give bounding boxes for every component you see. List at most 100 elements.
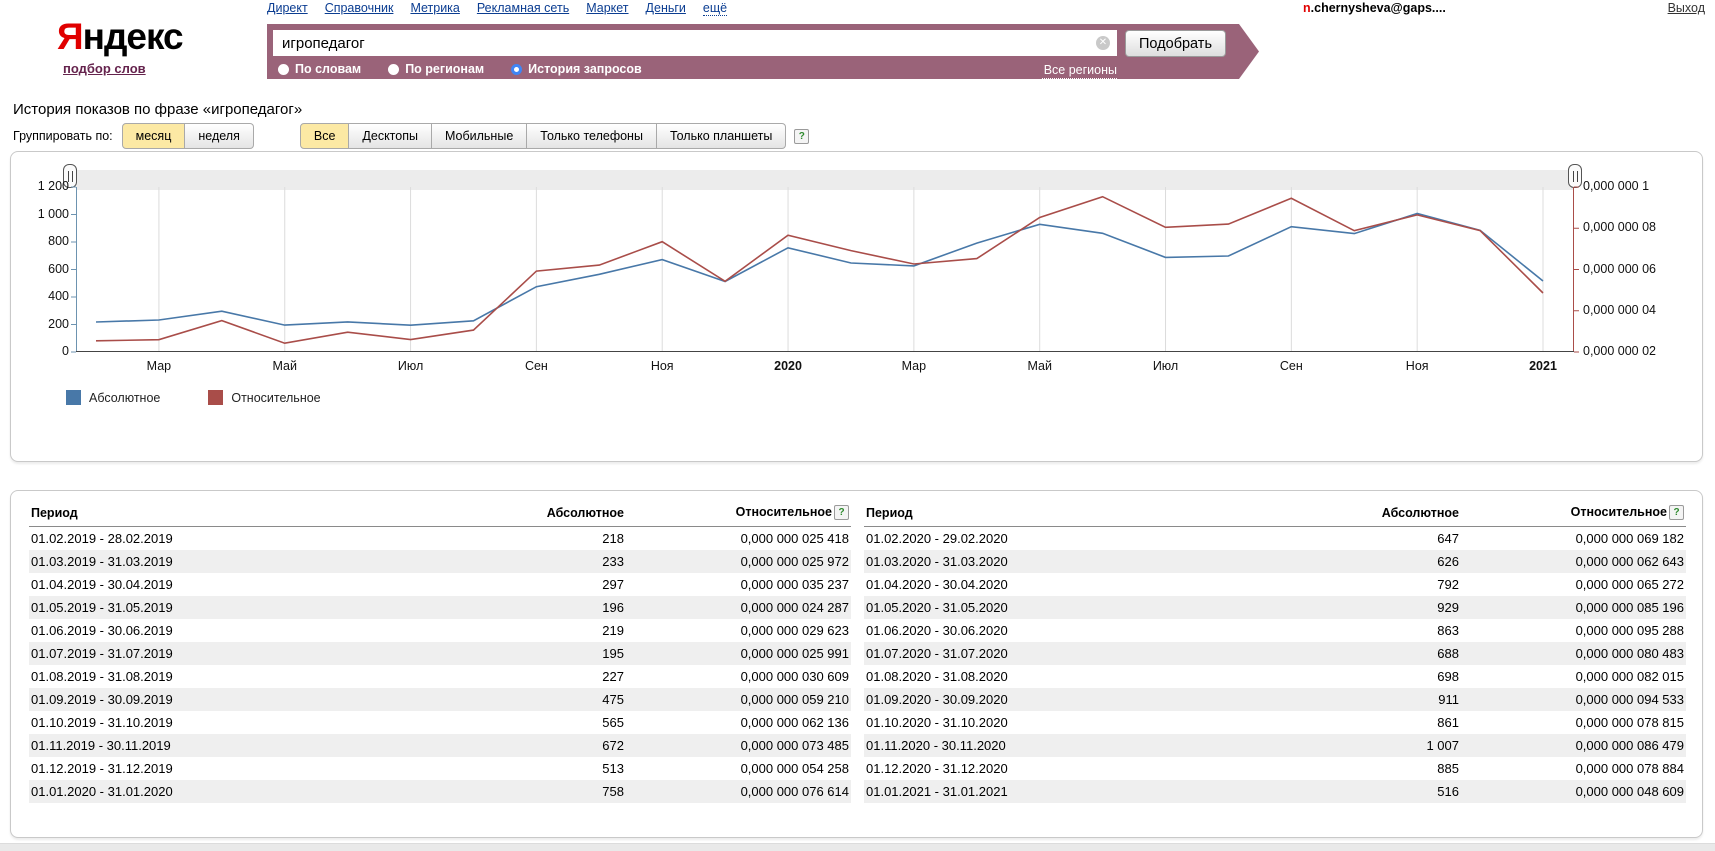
series-1-line — [96, 197, 1543, 344]
table-row: 01.09.2019 - 30.09.20194750,000 000 059 … — [29, 688, 851, 711]
yandex-logo[interactable]: Яндекс — [57, 16, 183, 58]
search-mode-0[interactable]: По словам — [278, 62, 361, 76]
legend-item-1: Относительное — [208, 390, 320, 405]
cell-absolute: 218 — [496, 527, 626, 551]
right-axis-tick-label: 0,000 000 02 — [1583, 344, 1656, 358]
radio-icon[interactable] — [388, 64, 399, 75]
account-email[interactable]: n.chernysheva@gaps.... — [1303, 1, 1446, 15]
left-axis-tick-label: 0 — [14, 344, 69, 358]
filters-help-icon[interactable]: ? — [794, 129, 809, 144]
group-by-1[interactable]: неделя — [185, 123, 253, 149]
nav-link-0[interactable]: Директ — [267, 1, 308, 16]
cell-relative: 0,000 000 078 884 — [1461, 757, 1686, 780]
table-row: 01.08.2020 - 31.08.20206980,000 000 082 … — [864, 665, 1686, 688]
cell-absolute: 698 — [1331, 665, 1461, 688]
cell-absolute: 911 — [1331, 688, 1461, 711]
cell-absolute: 219 — [496, 619, 626, 642]
nav-link-1[interactable]: Справочник — [325, 1, 394, 16]
nav-link-2[interactable]: Метрика — [410, 1, 459, 16]
table-row: 01.08.2019 - 31.08.20192270,000 000 030 … — [29, 665, 851, 688]
clear-search-icon[interactable]: ✕ — [1096, 36, 1110, 50]
cell-absolute: 647 — [1331, 527, 1461, 551]
wordstat-home-link[interactable]: подбор слов — [63, 61, 146, 76]
right-axis-tick-label: 0,000 000 06 — [1583, 262, 1656, 276]
search-mode-1[interactable]: По регионам — [388, 62, 484, 76]
cell-relative: 0,000 000 029 623 — [626, 619, 851, 642]
x-axis-tick-label: Сен — [1251, 359, 1331, 373]
cell-period: 01.05.2019 - 31.05.2019 — [29, 596, 496, 619]
table-row: 01.06.2020 - 30.06.20208630,000 000 095 … — [864, 619, 1686, 642]
device-filter-0[interactable]: Все — [300, 123, 350, 149]
cell-absolute: 565 — [496, 711, 626, 734]
chart-card: АбсолютноеОтносительное 02004006008001 0… — [10, 151, 1703, 462]
table-row: 01.03.2020 - 31.03.20206260,000 000 062 … — [864, 550, 1686, 573]
x-axis-tick-label: 2021 — [1503, 359, 1583, 373]
email-rest: .chernysheva@gaps.... — [1311, 1, 1446, 15]
search-mode-2[interactable]: История запросов — [511, 62, 642, 76]
range-slider-handle-right[interactable] — [1568, 164, 1582, 188]
cell-relative: 0,000 000 035 237 — [626, 573, 851, 596]
cell-absolute: 929 — [1331, 596, 1461, 619]
group-by-0[interactable]: месяц — [122, 123, 186, 149]
cell-absolute: 475 — [496, 688, 626, 711]
search-input[interactable] — [273, 30, 1117, 56]
legend-swatch-icon — [208, 390, 223, 405]
submit-button[interactable]: Подобрать — [1125, 30, 1226, 57]
cell-absolute: 297 — [496, 573, 626, 596]
legend-swatch-icon — [66, 390, 81, 405]
relative-help-icon[interactable]: ? — [834, 505, 849, 520]
results-table-1: ПериодАбсолютноеОтносительное?01.02.2020… — [864, 500, 1686, 803]
table-row: 01.02.2019 - 28.02.20192180,000 000 025 … — [29, 527, 851, 551]
table-row: 01.04.2019 - 30.04.20192970,000 000 035 … — [29, 573, 851, 596]
x-axis-tick-label: Июл — [371, 359, 451, 373]
filters-bar: Группировать по: месяцнеделя ВсеДесктопы… — [13, 123, 809, 149]
table-row: 01.12.2020 - 31.12.20208850,000 000 078 … — [864, 757, 1686, 780]
cell-relative: 0,000 000 065 272 — [1461, 573, 1686, 596]
cell-period: 01.08.2019 - 31.08.2019 — [29, 665, 496, 688]
table-row: 01.01.2020 - 31.01.20207580,000 000 076 … — [29, 780, 851, 803]
legend-label: Относительное — [231, 391, 320, 405]
cell-period: 01.06.2020 - 30.06.2020 — [864, 619, 1331, 642]
all-regions-link[interactable]: Все регионы — [1042, 63, 1117, 79]
search-field-wrap: ✕ — [273, 30, 1117, 56]
legend-label: Абсолютное — [89, 391, 160, 405]
table-row: 01.12.2019 - 31.12.20195130,000 000 054 … — [29, 757, 851, 780]
footer-strip — [0, 843, 1715, 851]
cell-relative: 0,000 000 025 972 — [626, 550, 851, 573]
cell-relative: 0,000 000 062 643 — [1461, 550, 1686, 573]
left-axis-tick-label: 400 — [14, 289, 69, 303]
cell-period: 01.02.2020 - 29.02.2020 — [864, 527, 1331, 551]
device-filter-3[interactable]: Только телефоны — [527, 123, 657, 149]
chart-legend: Абсолютное Относительное — [66, 390, 321, 405]
relative-help-icon[interactable]: ? — [1669, 505, 1684, 520]
device-buttons: ВсеДесктопыМобильныеТолько телефоныТольк… — [300, 123, 786, 149]
cell-period: 01.12.2019 - 31.12.2019 — [29, 757, 496, 780]
nav-link-5[interactable]: Деньги — [646, 1, 686, 16]
nav-link-4[interactable]: Маркет — [586, 1, 628, 16]
cell-absolute: 688 — [1331, 642, 1461, 665]
logo-first-letter: Я — [57, 16, 83, 57]
device-filter-1[interactable]: Десктопы — [349, 123, 432, 149]
search-mode-label: История запросов — [528, 62, 642, 76]
cell-period: 01.05.2020 - 31.05.2020 — [864, 596, 1331, 619]
cell-absolute: 513 — [496, 757, 626, 780]
cell-period: 01.10.2019 - 31.10.2019 — [29, 711, 496, 734]
radio-icon[interactable] — [511, 64, 522, 75]
nav-link-6[interactable]: ещё — [703, 1, 727, 16]
cell-relative: 0,000 000 048 609 — [1461, 780, 1686, 803]
table-row: 01.02.2020 - 29.02.20206470,000 000 069 … — [864, 527, 1686, 551]
top-nav: Директ Справочник Метрика Рекламная сеть Мар… — [267, 1, 727, 16]
cell-relative: 0,000 000 082 015 — [1461, 665, 1686, 688]
cell-relative: 0,000 000 080 483 — [1461, 642, 1686, 665]
x-axis-tick-label: Май — [245, 359, 325, 373]
left-axis-tick-label: 800 — [14, 234, 69, 248]
logout-link[interactable]: Выход — [1668, 1, 1705, 15]
cell-relative: 0,000 000 025 418 — [626, 527, 851, 551]
radio-icon[interactable] — [278, 64, 289, 75]
cell-relative: 0,000 000 062 136 — [626, 711, 851, 734]
nav-link-3[interactable]: Рекламная сеть — [477, 1, 569, 16]
device-filter-2[interactable]: Мобильные — [432, 123, 527, 149]
cell-absolute: 626 — [1331, 550, 1461, 573]
device-filter-4[interactable]: Только планшеты — [657, 123, 786, 149]
column-header-period: Период — [864, 500, 1331, 527]
